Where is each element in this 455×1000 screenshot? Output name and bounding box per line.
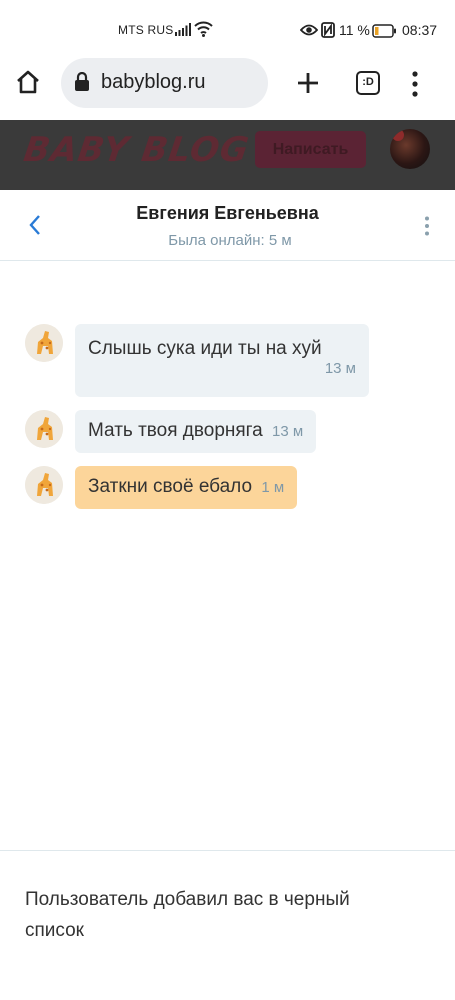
avatar[interactable] bbox=[25, 466, 63, 504]
new-tab-button[interactable] bbox=[295, 70, 321, 101]
eye-icon bbox=[299, 23, 319, 42]
tab-switcher-button[interactable]: :D bbox=[356, 71, 380, 95]
message-text: Заткни своё ебало bbox=[88, 476, 253, 497]
message-time: 1 м bbox=[261, 479, 285, 496]
avatar[interactable] bbox=[25, 324, 63, 362]
lock-icon bbox=[74, 71, 90, 97]
avatar[interactable] bbox=[25, 410, 63, 448]
blocked-notice: Пользователь добавил вас в черный список bbox=[0, 850, 455, 1000]
message-bubble: Слышь сука иди ты на хуй 13 м bbox=[75, 324, 369, 397]
blocked-notice-text: Пользователь добавил вас в черный список bbox=[25, 889, 350, 941]
last-seen-status: Была онлайн: 5 м bbox=[168, 232, 292, 249]
battery-percent: 11 % bbox=[339, 22, 370, 38]
home-icon[interactable] bbox=[14, 68, 46, 100]
battery-icon bbox=[372, 24, 397, 43]
message-time: 13 м bbox=[324, 360, 356, 377]
carrier-label: MTS RUS bbox=[118, 23, 174, 37]
chat-header: Евгения Евгеньевна Была онлайн: 5 м bbox=[0, 190, 455, 261]
address-bar[interactable]: babyblog.ru bbox=[61, 58, 268, 108]
message-bubble: Заткни своё ебало 1 м bbox=[75, 466, 298, 509]
more-vert-icon[interactable] bbox=[411, 71, 419, 102]
more-vert-icon[interactable] bbox=[424, 216, 430, 241]
contact-name: Евгения Евгеньевна bbox=[136, 203, 319, 223]
site-logo[interactable]: BABY BLOG bbox=[21, 130, 252, 170]
wifi-icon bbox=[194, 21, 213, 42]
message-text: Слышь сука иди ты на хуй bbox=[88, 338, 322, 359]
clock: 08:37 bbox=[402, 22, 438, 38]
browser-toolbar: babyblog.ru :D bbox=[0, 58, 455, 120]
write-button[interactable]: Написать bbox=[255, 131, 366, 168]
message-bubble: Мать твоя дворняга 13 м bbox=[75, 410, 317, 453]
avatar[interactable] bbox=[390, 129, 430, 169]
url-text: babyblog.ru bbox=[101, 71, 206, 93]
site-header: BABY BLOG Написать bbox=[0, 120, 455, 190]
status-bar: MTS RUS 11 % 08:37 bbox=[0, 0, 455, 62]
signal-icon bbox=[175, 23, 191, 41]
message-text: Мать твоя дворняга bbox=[88, 420, 263, 441]
nfc-icon bbox=[321, 22, 335, 43]
message-time: 13 м bbox=[272, 423, 304, 440]
